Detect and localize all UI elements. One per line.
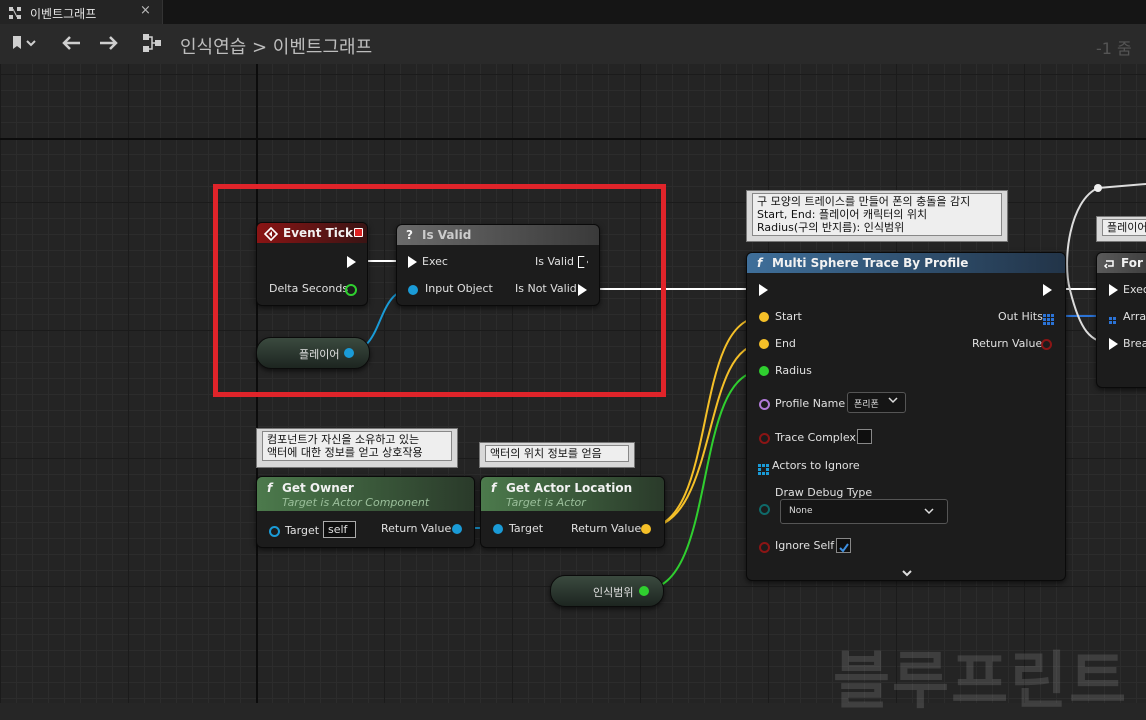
dropdown-value: 폰리폰 (854, 400, 879, 410)
float-in-pin[interactable] (759, 366, 769, 376)
bool-in-pin[interactable] (759, 433, 770, 444)
target-self-field[interactable]: self (323, 521, 356, 538)
comment-line: 컴포넌트가 자신을 소유하고 있는 (267, 433, 420, 446)
function-icon: f (757, 256, 763, 270)
comment-line: 구 모양의 트레이스를 만들어 폰의 충돌을 감지 (757, 195, 971, 208)
multi-sphere-trace-node[interactable]: f Multi Sphere Trace By Profile Start Ou… (746, 252, 1066, 581)
enum-in-pin[interactable] (759, 504, 770, 515)
comment-line: Start, End: 플레이어 캐릭터의 위치 (757, 208, 928, 221)
pin-label: Radius (775, 364, 812, 377)
get-actor-location-node[interactable]: f Get Actor Location Target is Actor Tar… (480, 476, 665, 548)
node-title: For E (1121, 256, 1146, 270)
watermark: 블루프린트 (833, 644, 1129, 717)
exec-wire (1097, 183, 1146, 189)
array-pin-icon[interactable] (1109, 312, 1119, 331)
variable-label: 인식범위 (593, 586, 634, 599)
pin-label: End (775, 337, 796, 350)
exec-in-pin[interactable] (1109, 338, 1118, 350)
node-subtitle: Target is Actor (506, 496, 586, 509)
pin-label: Out Hits (998, 310, 1043, 323)
comment-bubble-location: 액터의 위치 정보를 얻음 (479, 442, 635, 468)
pin-label: Start (775, 310, 802, 323)
comment-text-box: 구 모양의 트레이스를 만들어 폰의 충돌을 감지 Start, End: 플레… (752, 193, 1002, 236)
pin-label: Return Value (571, 522, 642, 535)
array-pin-icon[interactable] (1043, 311, 1055, 330)
comment-line: Radius(구의 반지름): 인식범위 (757, 221, 905, 234)
pin-label: Return Value (381, 522, 452, 535)
checkmark-icon (839, 543, 849, 553)
for-each-loop-node[interactable]: For E Exec Array Brea (1096, 252, 1146, 388)
loop-icon (1103, 256, 1117, 275)
exec-in-pin[interactable] (1109, 284, 1118, 296)
pin-label: Target (285, 524, 320, 537)
pin-label: Ignore Self (775, 539, 835, 552)
comment-line: 액터의 위치 정보를 얻음 (485, 445, 629, 462)
chevron-down-icon (923, 505, 935, 520)
comment-bubble-trace: 구 모양의 트레이스를 만들어 폰의 충돌을 감지 Start, End: 플레… (746, 190, 1008, 242)
node-title: Multi Sphere Trace By Profile (772, 256, 969, 270)
bool-in-pin[interactable] (759, 542, 770, 553)
pin-label: Array (1123, 310, 1146, 323)
bool-out-pin[interactable] (1041, 339, 1052, 350)
pin-label: Actors to Ignore (772, 459, 860, 472)
pin-label: Draw Debug Type (775, 486, 873, 499)
function-icon: f (267, 481, 273, 495)
chevron-down-icon (888, 395, 898, 408)
float-out-pin[interactable] (639, 586, 649, 596)
expand-chevron-icon[interactable] (901, 564, 913, 583)
draw-debug-type-dropdown[interactable]: None (780, 499, 948, 524)
wire-reroute-node (1094, 184, 1102, 192)
pin-label: Trace Complex (775, 431, 856, 444)
comment-bubble-foreach: 플레이어 (1096, 216, 1146, 242)
dropdown-value: None (789, 506, 813, 516)
comment-line: 플레이어 (1102, 219, 1146, 236)
comment-bubble-owner: 컴포넌트가 자신을 소유하고 있는 액터에 대한 정보를 얻고 상호작용 (256, 428, 458, 468)
exec-out-pin[interactable] (1043, 284, 1052, 296)
ignore-self-checkbox[interactable] (836, 538, 851, 553)
profile-name-dropdown[interactable]: 폰리폰 (847, 392, 906, 413)
node-title: Get Owner (282, 481, 354, 495)
get-owner-node[interactable]: f Get Owner Target is Actor Component Ta… (256, 476, 475, 548)
function-icon: f (491, 481, 497, 495)
pin-label: Profile Name (775, 397, 846, 410)
vector-in-pin[interactable] (759, 312, 769, 322)
object-in-pin[interactable] (269, 526, 280, 537)
object-in-pin[interactable] (493, 524, 503, 534)
object-out-pin[interactable] (452, 524, 462, 534)
exec-in-pin[interactable] (759, 284, 768, 296)
highlight-box (213, 184, 666, 397)
node-title: Get Actor Location (506, 481, 633, 495)
pin-label: Brea (1123, 337, 1146, 350)
trace-complex-checkbox[interactable] (857, 429, 872, 444)
node-subtitle: Target is Actor Component (282, 496, 430, 509)
name-in-pin[interactable] (759, 399, 770, 410)
pin-label: Exec (1123, 283, 1146, 296)
comment-text-box: 컴포넌트가 자신을 소유하고 있는 액터에 대한 정보를 얻고 상호작용 (262, 431, 452, 461)
vector-out-pin[interactable] (641, 524, 651, 534)
range-variable-node[interactable]: 인식범위 (550, 575, 664, 607)
pin-label: Target (509, 522, 544, 535)
comment-line: 액터에 대한 정보를 얻고 상호작용 (267, 446, 423, 459)
vector-in-pin[interactable] (759, 339, 769, 349)
array-pin-icon[interactable] (758, 461, 770, 480)
pin-label: Return Value (972, 337, 1043, 350)
